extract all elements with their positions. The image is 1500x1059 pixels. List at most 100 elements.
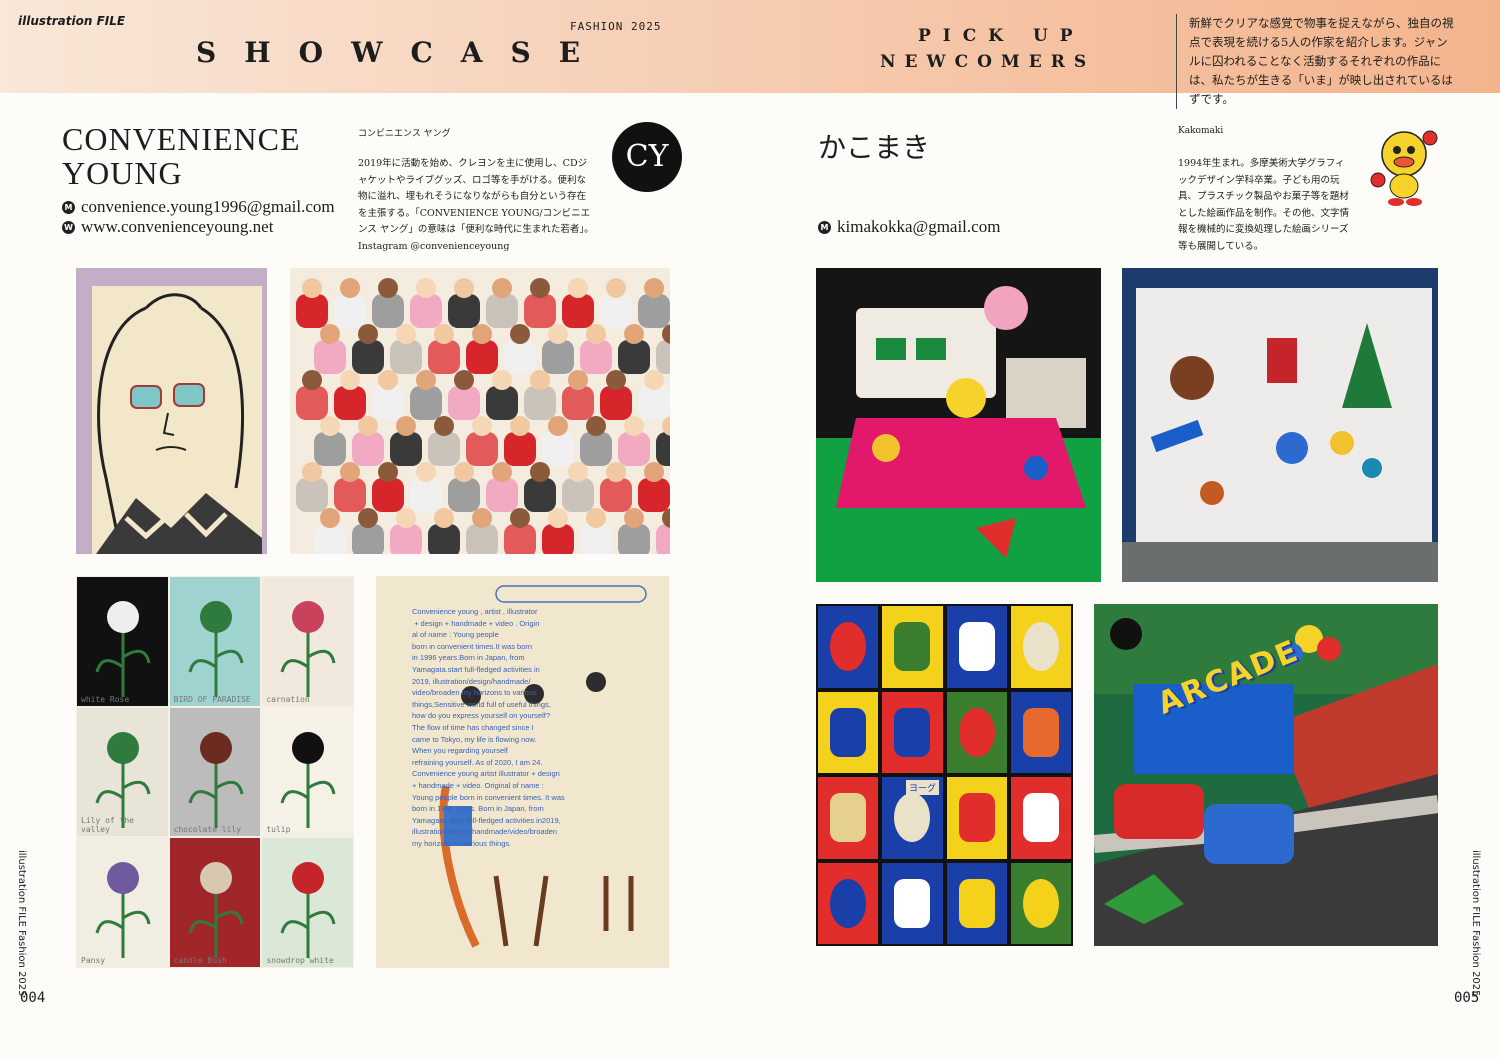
crowd-body xyxy=(638,478,670,512)
artist-name-line2: YOUNG xyxy=(62,155,183,191)
flower-tile: Lily of the valley xyxy=(76,706,169,838)
crowd-head xyxy=(358,508,378,528)
left-artist-bio: 2019年に活動を始め、クレヨンを主に使用し、CDジャケットやライブグッズ、ロゴ… xyxy=(358,158,594,252)
crowd-body xyxy=(334,478,366,512)
crowd-body xyxy=(542,432,574,466)
right-artist-romaji: Kakomaki xyxy=(1178,126,1224,136)
mail-icon: M xyxy=(62,200,75,214)
crowd-head xyxy=(472,324,492,344)
crowd-body xyxy=(600,386,632,420)
pop-shape xyxy=(830,707,867,757)
crowd-body xyxy=(390,340,422,374)
crowd-head xyxy=(644,278,664,298)
crowd-body xyxy=(410,294,442,328)
intro-text: 新鮮でクリアな感覚で物事を捉えながら、独自の視点で表現を続ける5人の作家を紹介し… xyxy=(1176,14,1454,109)
flower-drawing xyxy=(95,862,151,959)
side-label-left: illustration FILE Fashion 2025 xyxy=(16,850,27,997)
crowd-head xyxy=(606,370,626,390)
crowd-head xyxy=(548,416,568,436)
crowd-head xyxy=(416,278,436,298)
pop-shape xyxy=(894,878,931,928)
flower-tile: chocolate lily xyxy=(168,706,262,838)
magazine-brand: illustration FILE xyxy=(18,14,126,28)
crowd-head xyxy=(492,370,512,390)
crowd-body xyxy=(656,432,670,466)
crowd-head xyxy=(416,462,436,482)
crowd-body xyxy=(466,524,498,554)
cy-logo: CY xyxy=(612,122,682,192)
crowd-head xyxy=(358,416,378,436)
crowd-body xyxy=(296,478,328,512)
pop-tile xyxy=(1008,775,1073,861)
artwork-portrait xyxy=(76,268,267,554)
web-icon: W xyxy=(62,220,75,234)
crowd-head xyxy=(568,462,588,482)
flower-drawing xyxy=(188,601,244,697)
header-band: illustration FILE FASHION 2025 SHOWCASE … xyxy=(0,0,1500,109)
artwork-arcade: ARCADE xyxy=(1094,604,1438,946)
crowd-body xyxy=(580,340,612,374)
crowd-head xyxy=(624,416,644,436)
pop-shape xyxy=(830,622,867,672)
crowd-body xyxy=(562,478,594,512)
crowd-head xyxy=(320,508,340,528)
pop-shape xyxy=(830,793,867,843)
flower-tile: candle Bush xyxy=(168,837,262,968)
flower-tile: snowdrop white xyxy=(261,837,354,968)
crowd-head xyxy=(510,416,530,436)
artist-name-kakomaki: かこまき xyxy=(818,131,931,164)
left-email[interactable]: convenience.young1996@gmail.com xyxy=(81,197,335,217)
crowd-body xyxy=(410,478,442,512)
crowd-body xyxy=(524,294,556,328)
crowd-head xyxy=(320,416,340,436)
pop-tile xyxy=(880,860,945,946)
crowd-head xyxy=(378,370,398,390)
crowd-body xyxy=(638,386,670,420)
crowd-drawing xyxy=(296,278,670,554)
crowd-body xyxy=(486,386,518,420)
crowd-head xyxy=(644,462,664,482)
crowd-head xyxy=(416,370,436,390)
flower-label: tulip xyxy=(266,825,291,835)
flower-label: snowdrop white xyxy=(266,956,334,965)
crowd-head xyxy=(568,278,588,298)
flower-drawing xyxy=(280,731,336,828)
pop-tile xyxy=(1008,689,1073,775)
crowd-head xyxy=(510,324,530,344)
crowd-body xyxy=(600,478,632,512)
crowd-head xyxy=(492,278,512,298)
flower-drawing xyxy=(188,862,244,959)
crowd-head xyxy=(434,508,454,528)
flower-label: chocolate lily xyxy=(173,825,242,835)
crowd-head xyxy=(606,462,626,482)
pop-shape xyxy=(894,707,931,757)
crowd-body xyxy=(352,524,384,554)
pop-tile xyxy=(880,604,945,690)
crowd-head xyxy=(434,416,454,436)
crowd-body xyxy=(504,340,536,374)
crowd-head xyxy=(358,324,378,344)
pop-tile xyxy=(944,689,1009,775)
crowd-body xyxy=(428,432,460,466)
left-website[interactable]: www.convenienceyoung.net xyxy=(81,217,273,237)
crowd-head xyxy=(624,508,644,528)
crowd-body xyxy=(372,294,404,328)
crowd-body xyxy=(618,340,650,374)
crowd-body xyxy=(390,432,422,466)
pop-tile xyxy=(944,860,1009,946)
side-label-right: illustration FILE Fashion 2025 xyxy=(1470,850,1481,997)
flower-drawing xyxy=(280,862,336,959)
crowd-head xyxy=(302,278,322,298)
crowd-head xyxy=(624,324,644,344)
crowd-body xyxy=(352,340,384,374)
artwork-text-figures: Convenience young , artist , illustrator… xyxy=(376,576,669,968)
right-email[interactable]: kimakokka@gmail.com xyxy=(837,217,1000,237)
flower-label: BIRD OF PARADISE xyxy=(173,694,251,704)
crowd-head xyxy=(472,508,492,528)
flower-tile: white Rose xyxy=(76,576,169,707)
crowd-body xyxy=(542,524,574,554)
crowd-body xyxy=(314,432,346,466)
crowd-body xyxy=(410,386,442,420)
crowd-body xyxy=(428,524,460,554)
pop-shape xyxy=(958,707,995,757)
